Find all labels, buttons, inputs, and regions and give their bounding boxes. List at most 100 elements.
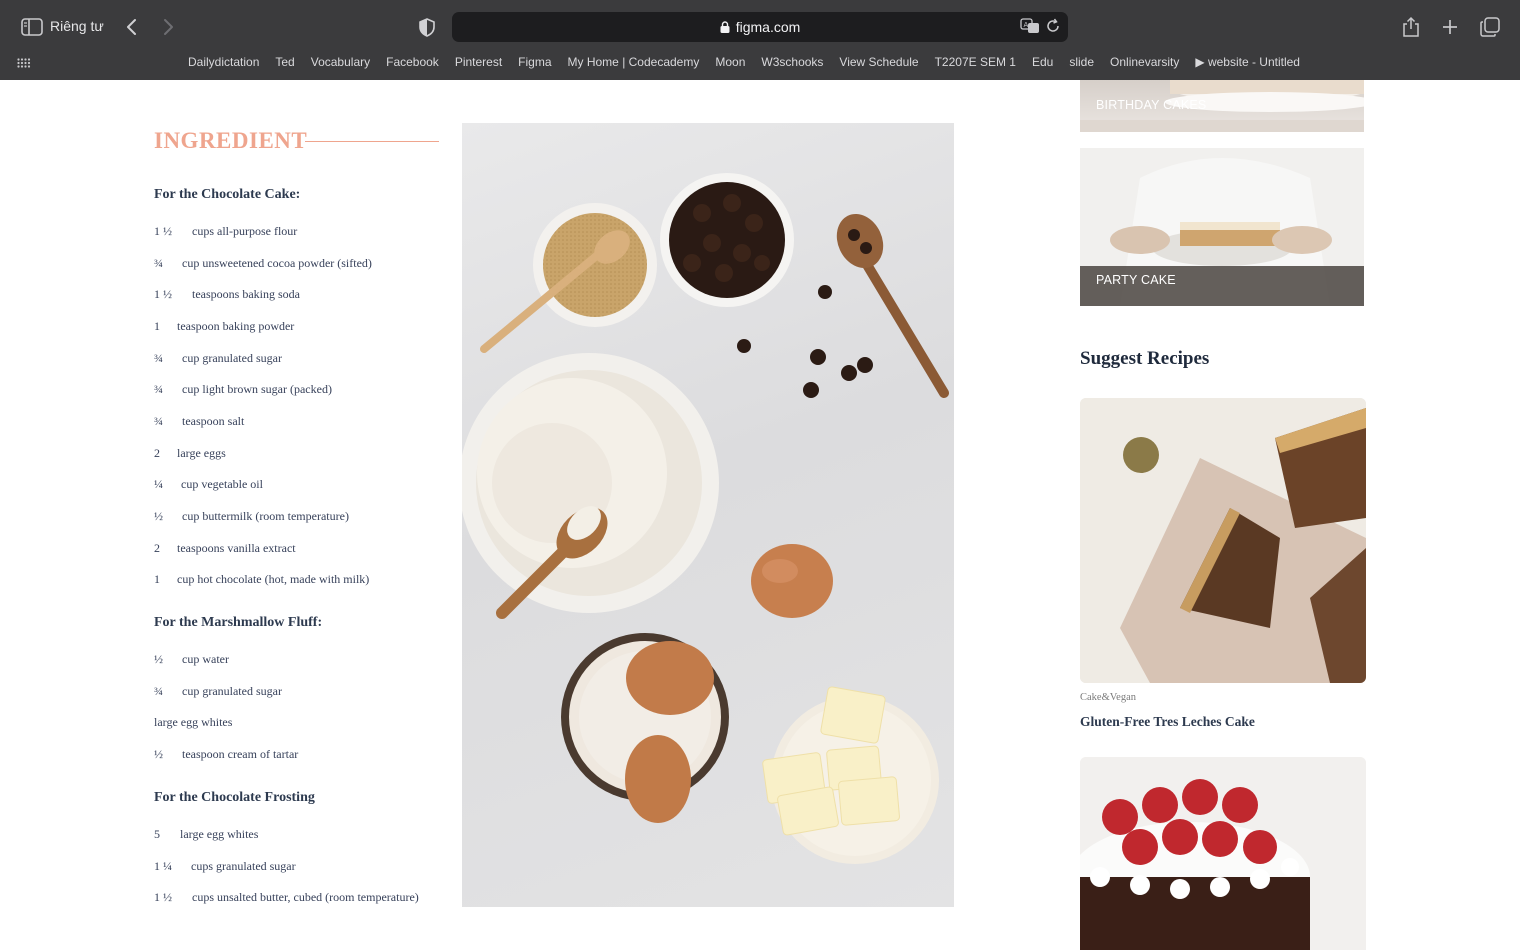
private-browsing-label: Riêng tư (50, 18, 104, 34)
section-heading-chocolate-frosting: For the Chocolate Frosting (154, 790, 315, 805)
forward-arrow-icon[interactable] (158, 14, 180, 40)
recipe-title[interactable]: Gluten-Free Tres Leches Cake (1080, 714, 1255, 730)
ingredient-name: cup light brown sugar (packed) (182, 382, 332, 396)
ingredient-name: cup granulated sugar (182, 684, 282, 698)
svg-text:A: A (1024, 21, 1029, 29)
address-bar[interactable]: figma.com A (452, 12, 1068, 42)
ingredient-row: 5 large egg whites (154, 827, 258, 842)
ingredient-name: cup unsweetened cocoa powder (sifted) (182, 256, 372, 270)
ingredient-name: large eggs (177, 446, 226, 460)
share-icon[interactable] (1400, 14, 1422, 40)
bookmark-onlinevarsity[interactable]: Onlinevarsity (1102, 55, 1187, 69)
ingredient-qty: ½ (154, 747, 163, 761)
ingredient-qty: 1 ½ (154, 287, 172, 301)
bookmark-website-untitled[interactable]: ▶ website - Untitled (1187, 55, 1308, 69)
bookmark-pinterest[interactable]: Pinterest (447, 55, 510, 69)
recipe-category: Cake&Vegan (1080, 692, 1136, 703)
bookmark-moon[interactable]: Moon (707, 55, 753, 69)
grid-apps-icon[interactable] (16, 56, 32, 70)
suggest-recipes-heading: Suggest Recipes (1080, 348, 1210, 369)
bookmark-facebook[interactable]: Facebook (378, 55, 447, 69)
ingredient-qty: ½ (154, 509, 163, 523)
category-card-party-cake[interactable]: PARTY CAKE (1080, 148, 1364, 306)
ingredient-name: cup buttermilk (room temperature) (182, 509, 349, 523)
ingredient-qty: ½ (154, 652, 163, 666)
bookmark-ted[interactable]: Ted (267, 55, 302, 69)
ingredient-row: 1 ¼ cups granulated sugar (154, 859, 296, 874)
ingredient-name: cup granulated sugar (182, 351, 282, 365)
ingredient-title: INGREDIENT (154, 128, 308, 153)
ingredient-qty: 1 (154, 572, 160, 586)
browser-toolbar: Riêng tư figma.com A Dailydictation Ted … (0, 0, 1520, 80)
section-heading-marshmallow-fluff: For the Marshmallow Fluff: (154, 615, 323, 630)
category-label: BIRTHDAY CAKES (1096, 98, 1207, 112)
ingredient-name: teaspoon salt (182, 414, 245, 428)
ingredient-row: ½ teaspoon cream of tartar (154, 747, 298, 762)
ingredient-row: 2 teaspoons vanilla extract (154, 541, 296, 556)
bookmark-edu[interactable]: Edu (1024, 55, 1061, 69)
ingredient-row: ¾ cup unsweetened cocoa powder (sifted) (154, 256, 372, 271)
sidebar-toggle-icon[interactable] (20, 16, 44, 38)
bookmark-figma[interactable]: Figma (510, 55, 559, 69)
ingredient-name: teaspoons vanilla extract (177, 541, 296, 555)
ingredient-row: 1 teaspoon baking powder (154, 319, 294, 334)
translate-icon[interactable]: A (1020, 18, 1040, 36)
ingredient-name: teaspoon cream of tartar (182, 747, 299, 761)
lock-icon (720, 21, 730, 33)
ingredient-name: cups all-purpose flour (192, 224, 298, 238)
ingredient-row: 1 ½ cups unsalted butter, cubed (room tem… (154, 890, 419, 905)
tab-overview-icon[interactable] (1478, 14, 1502, 40)
bookmark-slide[interactable]: slide (1061, 55, 1102, 69)
ingredient-row: ¾ teaspoon salt (154, 414, 244, 429)
ingredient-qty: 1 ½ (154, 890, 172, 904)
recipe-card-image[interactable] (1080, 398, 1366, 683)
ingredient-qty: ¾ (154, 256, 163, 270)
ingredient-name: cups unsalted butter, cubed (room temper… (192, 890, 419, 904)
category-label: PARTY CAKE (1096, 273, 1176, 287)
bookmark-vocabulary[interactable]: Vocabulary (303, 55, 378, 69)
section-heading-chocolate-cake: For the Chocolate Cake: (154, 187, 301, 202)
ingredient-row: ½ cup water (154, 652, 229, 667)
ingredient-name: cup water (182, 652, 229, 666)
ingredient-name: large egg whites (180, 827, 259, 841)
bookmark-w3schooks[interactable]: W3schooks (753, 55, 831, 69)
back-arrow-icon[interactable] (120, 14, 142, 40)
ingredient-row: ¾ cup granulated sugar (154, 684, 282, 699)
ingredient-qty: 1 ¼ (154, 859, 172, 873)
ingredient-qty: 1 ½ (154, 224, 172, 238)
ingredient-name: large egg whites (154, 715, 233, 729)
ingredient-qty: ¾ (154, 684, 163, 698)
privacy-shield-icon[interactable] (416, 15, 438, 39)
ingredient-qty: ¾ (154, 382, 163, 396)
recipe-card-image[interactable] (1080, 757, 1366, 950)
bookmarks-bar: Dailydictation Ted Vocabulary Facebook P… (180, 55, 1308, 69)
ingredient-name: cup hot chocolate (hot, made with milk) (177, 572, 370, 586)
ingredient-qty: 1 (154, 319, 160, 333)
ingredient-name: teaspoons baking soda (192, 287, 300, 301)
ingredient-row: 1 ½ cups all-purpose flour (154, 224, 297, 239)
bookmark-t2207e-sem1[interactable]: T2207E SEM 1 (927, 55, 1024, 69)
bookmark-view-schedule[interactable]: View Schedule (831, 55, 926, 69)
category-card-birthday-cakes[interactable]: BIRTHDAY CAKES (1080, 80, 1364, 132)
ingredient-qty: ¼ (154, 477, 163, 491)
ingredient-qty: ¾ (154, 414, 163, 428)
ingredient-qty: 2 (154, 541, 160, 555)
ingredient-row: 1 ½ teaspoons baking soda (154, 287, 300, 302)
ingredient-row: 2 large eggs (154, 446, 226, 461)
ingredient-row: ¾ cup light brown sugar (packed) (154, 382, 332, 397)
ingredient-name: cups granulated sugar (191, 859, 296, 873)
url-text: figma.com (735, 19, 801, 35)
ingredient-qty: ¾ (154, 351, 163, 365)
ingredient-qty: 2 (154, 446, 160, 460)
new-tab-plus-icon[interactable] (1438, 14, 1462, 40)
ingredient-row: 1 cup hot chocolate (hot, made with milk) (154, 572, 369, 587)
ingredients-photo (462, 123, 954, 907)
ingredient-row: ¾ cup granulated sugar (154, 351, 282, 366)
bookmark-dailydictation[interactable]: Dailydictation (180, 55, 267, 69)
ingredient-row: large egg whites (154, 715, 232, 730)
ingredient-qty: 5 (154, 827, 160, 841)
reload-icon[interactable] (1045, 18, 1061, 36)
bookmark-codecademy[interactable]: My Home | Codecademy (560, 55, 708, 69)
title-divider (305, 141, 439, 142)
ingredient-row: ¼ cup vegetable oil (154, 477, 263, 492)
